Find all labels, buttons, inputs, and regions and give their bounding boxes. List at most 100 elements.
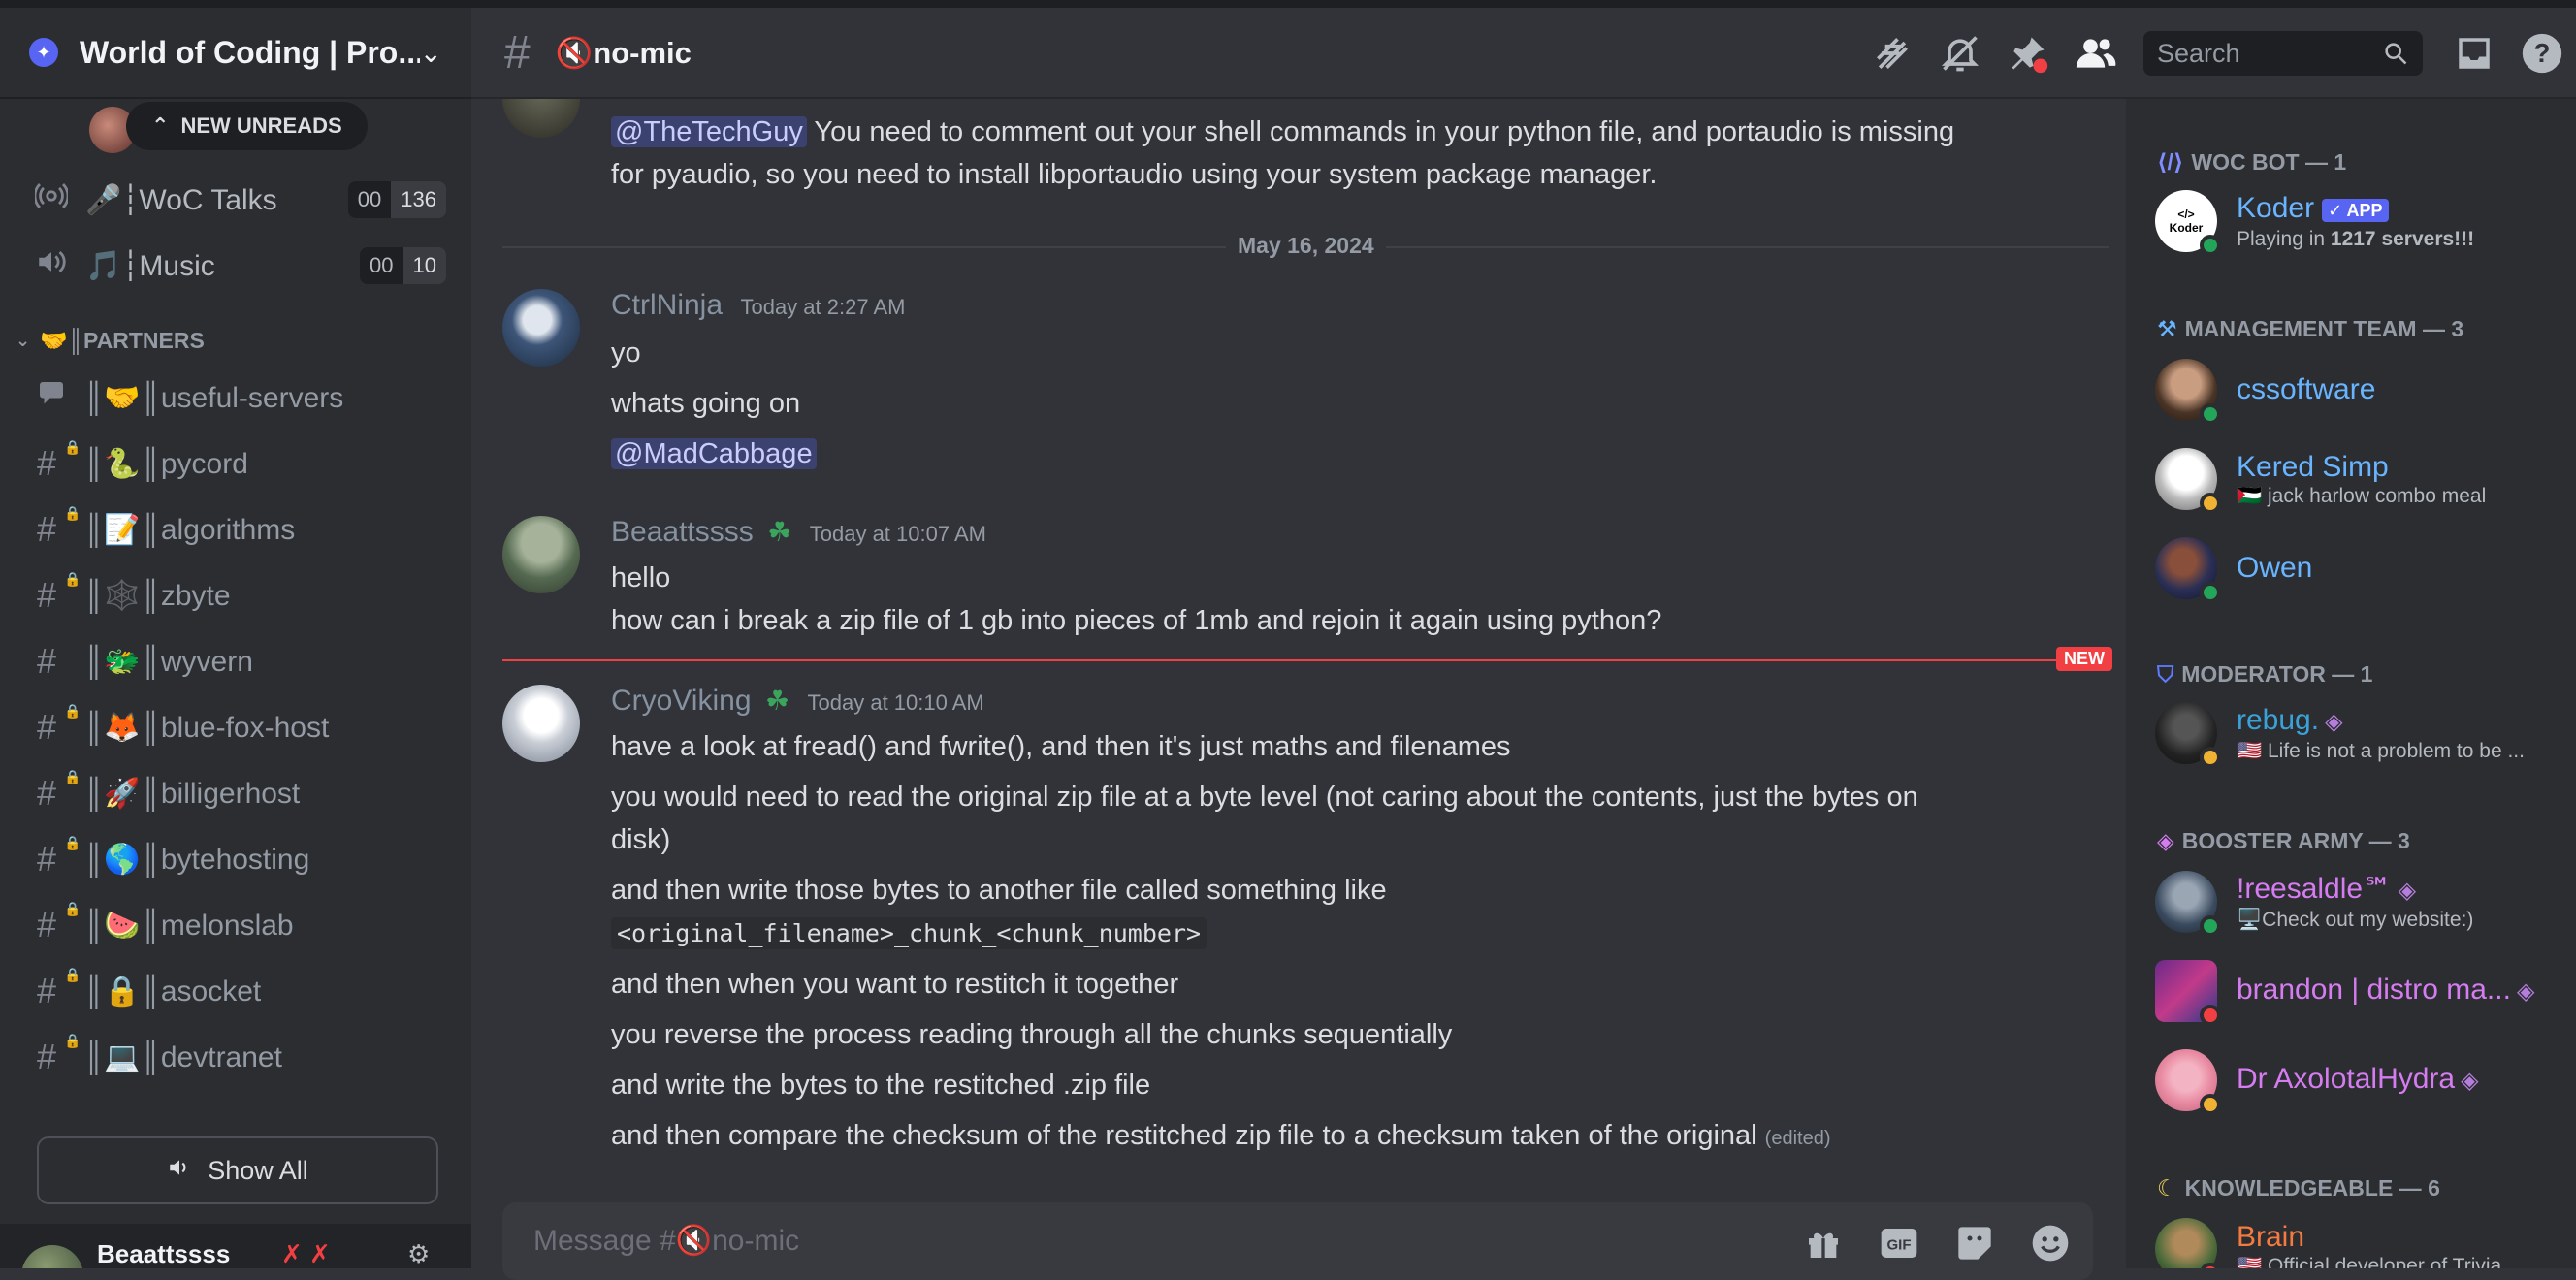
gear-icon[interactable]: ⚙ [407,1239,430,1268]
chevron-down-icon[interactable]: ⌄ [420,37,442,69]
user-avatar[interactable] [21,1245,83,1268]
status-online-indicator [2200,235,2221,256]
speaker-icon [35,245,76,286]
pin-icon[interactable] [1994,32,2062,75]
composer-toolbar: GIF [1800,1220,2074,1266]
show-all-button[interactable]: Show All [37,1136,438,1204]
member-list: ⟨/⟩ WOC BOT — 1 </> Koder Koder ✓ APP Pla… [2126,99,2576,1268]
category-partners[interactable]: ⌄ 🤝║PARTNERS [0,316,471,365]
member-reesaldle[interactable]: !reesaldle℠ ◈ 🖥️Check out my website:) [2155,863,2473,941]
channel-algorithms[interactable]: # 🔒 ║📝║algorithms [0,496,471,562]
channel-melonslab[interactable]: # 🔒 ║🍉║melonslab [0,892,471,958]
channel-pycord[interactable]: # 🔒 ║🐍║pycord [0,431,471,496]
sticker-icon[interactable] [1951,1220,1998,1266]
voice-channel-woc-talks[interactable]: 🎤┆WoC Talks 00 136 [0,167,471,233]
member-group-header: ⚒ MANAGEMENT TEAM — 3 [2157,316,2463,342]
locked-hash-icon: # 🔒 [37,439,81,483]
emoji-icon[interactable] [2027,1220,2074,1266]
channel-title: 🔇no-mic [555,35,692,70]
member-dr-axolotalhydra[interactable]: Dr AxolotalHydra ◈ [2155,1041,2479,1119]
booster-gem-icon: ◈ [2398,878,2417,904]
user-mention[interactable]: @TheTechGuy [611,116,807,147]
svg-text:?: ? [2534,38,2551,68]
muted-mic-icon[interactable]: ✗ ✗ [281,1239,331,1268]
user-name: Beaattssss [97,1239,231,1268]
inbox-icon[interactable] [2440,33,2508,74]
locked-hash-icon: # 🔒 [37,571,81,615]
message-line: yo [611,337,641,368]
message-line: you reverse the process reading through … [611,1019,1453,1050]
chevron-up-icon: ⌃ [151,113,170,138]
gif-icon[interactable]: GIF [1876,1220,1922,1266]
member-activity: 🇵🇸 jack harlow combo meal [2237,485,2487,507]
voice-counter-current: 00 [360,247,403,284]
message-line: have a look at fread() and fwrite(), and… [611,731,1511,762]
message-line: whats going on [611,388,801,419]
locked-hash-icon: # 🔒 [37,703,81,747]
chevron-down-icon: ⌄ [16,330,31,350]
member-list-icon[interactable] [2062,32,2130,75]
member-koder[interactable]: </> Koder Koder ✓ APP Playing in 1217 ser… [2155,182,2474,260]
member-group-header: ◈ BOOSTER ARMY — 3 [2157,828,2410,854]
search-input[interactable]: Search [2143,31,2423,76]
locked-hash-icon: # 🔒 [37,901,81,944]
channel-devtranet[interactable]: # 🔒 ║💻║devtranet [0,1024,471,1090]
message-line: and write the bytes to the restitched .z… [611,1070,1151,1101]
member-name: brandon | distro ma... [2237,974,2511,1006]
avatar[interactable] [502,289,580,367]
forum-icon [37,376,83,420]
locked-hash-icon: # 🔒 [37,1033,81,1076]
channel-bytehosting[interactable]: # 🔒 ║🌎║bytehosting [0,826,471,892]
channel-name: ║🕸️║zbyte [83,579,231,612]
voice-channel-music[interactable]: 🎵┆Music 00 10 [0,233,471,299]
status-dnd-indicator [2200,1005,2221,1026]
message-author[interactable]: CryoViking [611,685,752,717]
category-label: 🤝║PARTNERS [40,327,205,353]
channel-name: ║🐲║wyvern [83,645,253,678]
avatar[interactable] [502,516,580,593]
member-brandon[interactable]: brandon | distro ma... ◈ [2155,952,2534,1030]
message-text: you would need to read the original zip … [611,782,1918,813]
message-author[interactable]: CtrlNinja [611,289,723,321]
activity-prefix: Playing in [2237,227,2331,250]
member-group-header: ☾ KNOWLEDGEABLE — 6 [2157,1175,2440,1201]
gift-icon[interactable] [1800,1220,1847,1266]
channel-name: ║📝║algorithms [83,513,296,546]
help-icon[interactable]: ? [2508,32,2576,75]
avatar[interactable] [502,99,580,138]
channel-sidebar: ✦ World of Coding | Pro... ⌄ ⌃ NEW UNREA… [0,8,471,1268]
message-author[interactable]: Beaattssss [611,516,754,548]
date-divider-label: May 16, 2024 [1226,233,1386,259]
channel-wyvern[interactable]: # ║🐲║wyvern [0,628,471,694]
channel-useful-servers[interactable]: ║🤝║useful-servers [0,365,471,431]
threads-icon[interactable] [1858,32,1926,75]
tools-icon: ⚒ [2157,316,2177,341]
member-kered-simp[interactable]: Kered Simp 🇵🇸 jack harlow combo meal [2155,440,2486,518]
member-group-header: ⛉ MODERATOR — 1 [2157,661,2372,688]
member-name-row: Koder ✓ APP [2237,191,2474,227]
svg-text:GIF: GIF [1887,1237,1912,1254]
new-unreads-button[interactable]: ⌃ NEW UNREADS [126,102,368,150]
message-composer[interactable]: Message #🔇no-mic GIF [502,1202,2093,1280]
server-header[interactable]: ✦ World of Coding | Pro... ⌄ [0,8,471,99]
member-cssoftware[interactable]: cssoftware [2155,351,2375,429]
broadcast-icon [33,179,76,220]
notification-muted-icon[interactable] [1926,32,1994,75]
channel-blue-fox-host[interactable]: # 🔒 ║🦊║blue-fox-host [0,694,471,760]
show-all-label: Show All [208,1155,308,1185]
member-owen[interactable]: Owen [2155,529,2312,607]
channel-asocket[interactable]: # 🔒 ║🔒║asocket [0,958,471,1024]
member-name: cssoftware [2237,373,2376,405]
new-messages-divider [502,659,2109,661]
server-name: World of Coding | Pro... [80,34,420,70]
user-mention[interactable]: @MadCabbage [611,438,817,469]
member-rebug[interactable]: rebug. ◈ 🇺🇸 Life is not a problem to be .… [2155,694,2525,772]
user-panel: Beaattssss ✗ ✗ ⚙ [0,1224,471,1268]
member-brain[interactable]: Brain 🇺🇸 Official developer of Trivia... [2155,1210,2519,1268]
channel-zbyte[interactable]: # 🔒 ║🕸️║zbyte [0,562,471,628]
member-info: cssoftware [2237,372,2375,407]
channel-billigerhost[interactable]: # 🔒 ║🚀║billigerhost [0,760,471,826]
voice-channel-name: 🎤┆WoC Talks [85,183,277,216]
avatar[interactable] [502,685,580,762]
member-activity: 🇺🇸 Official developer of Trivia... [2237,1255,2519,1268]
